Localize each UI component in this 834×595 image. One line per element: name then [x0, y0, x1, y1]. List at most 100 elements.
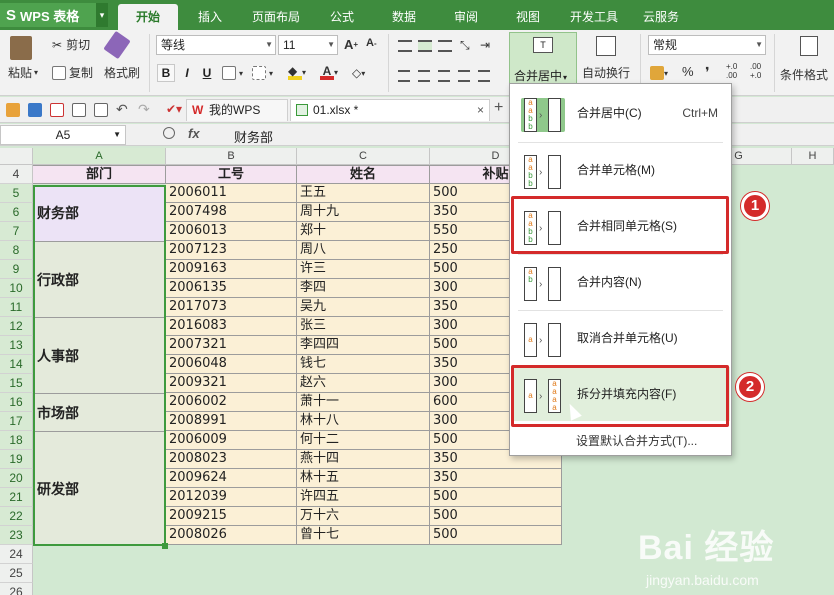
align-bottom-icon[interactable]	[438, 40, 452, 52]
row-header[interactable]: 23	[0, 526, 33, 545]
clear-format-icon[interactable]: ◇ ▾	[352, 66, 365, 80]
tab-view[interactable]: 视图	[508, 6, 548, 30]
decrease-decimal-button[interactable]: .00 +.0	[750, 62, 761, 80]
currency-button[interactable]: ▾	[650, 66, 668, 80]
name-cell[interactable]: 万十六	[297, 507, 430, 526]
row-header[interactable]: 22	[0, 507, 33, 526]
id-cell[interactable]: 2009321	[166, 374, 297, 393]
print-icon[interactable]	[72, 103, 86, 117]
id-cell[interactable]: 2008023	[166, 450, 297, 469]
font-grow-icon[interactable]: A +	[344, 37, 358, 52]
doc-tab-file[interactable]: 01.xlsx * ×	[290, 99, 490, 121]
paste-label[interactable]: 粘贴 ▾	[8, 64, 38, 81]
wrap-text-icon[interactable]	[596, 36, 616, 56]
name-cell[interactable]: 曾十七	[297, 526, 430, 545]
cut-button[interactable]: ✂ 剪切	[52, 36, 90, 53]
name-cell[interactable]: 赵六	[297, 374, 430, 393]
department-cell[interactable]: 人事部	[33, 318, 166, 394]
id-cell[interactable]: 2009624	[166, 469, 297, 488]
id-cell[interactable]: 2006135	[166, 279, 297, 298]
align-right-icon[interactable]	[438, 70, 450, 82]
row-header[interactable]: 9	[0, 260, 33, 279]
row-header[interactable]: 14	[0, 355, 33, 374]
indent-icon[interactable]: ⇥	[480, 38, 490, 52]
align-middle-icon[interactable]	[418, 40, 432, 52]
name-cell[interactable]: 萧十一	[297, 393, 430, 412]
row-header[interactable]: 12	[0, 317, 33, 336]
zoom-icon[interactable]	[163, 127, 175, 139]
conditional-format-button[interactable]: 条件格式	[780, 66, 828, 83]
name-cell[interactable]: 周八	[297, 241, 430, 260]
subsidy-cell[interactable]: 500	[430, 507, 562, 526]
row-header[interactable]: 7	[0, 222, 33, 241]
name-cell[interactable]: 王五	[297, 184, 430, 203]
tab-formulas[interactable]: 公式	[322, 6, 362, 30]
redo-icon[interactable]: ↷	[138, 101, 150, 118]
header-cell-department[interactable]: 部门	[33, 165, 166, 184]
menu-item-default-merge[interactable]: 设置默认合并方式(T)...	[576, 432, 697, 449]
column-header[interactable]: H	[792, 148, 834, 165]
row-header[interactable]: 19	[0, 450, 33, 469]
justify-icon[interactable]	[458, 70, 470, 82]
distributed-icon[interactable]	[478, 70, 490, 82]
copy-button[interactable]: 复制	[52, 64, 93, 81]
row-header[interactable]: 15	[0, 374, 33, 393]
align-top-icon[interactable]	[398, 40, 412, 52]
row-header[interactable]: 17	[0, 412, 33, 431]
orientation-icon[interactable]: ⤡	[460, 38, 470, 53]
name-cell[interactable]: 钱七	[297, 355, 430, 374]
tab-home[interactable]: 开始	[118, 4, 178, 30]
tab-cloud[interactable]: 云服务	[638, 6, 684, 30]
chevron-down-icon[interactable]: ▾	[96, 3, 108, 27]
tab-data[interactable]: 数据	[384, 6, 424, 30]
new-tab-icon[interactable]: +	[494, 99, 503, 117]
align-left-icon[interactable]	[398, 70, 410, 82]
italic-button[interactable]: I	[178, 64, 196, 82]
id-cell[interactable]: 2006002	[166, 393, 297, 412]
id-cell[interactable]: 2008991	[166, 412, 297, 431]
name-cell[interactable]: 林十八	[297, 412, 430, 431]
id-cell[interactable]: 2007123	[166, 241, 297, 260]
id-cell[interactable]: 2006011	[166, 184, 297, 203]
tab-insert[interactable]: 插入	[190, 6, 230, 30]
id-cell[interactable]: 2012039	[166, 488, 297, 507]
id-cell[interactable]: 2006009	[166, 431, 297, 450]
name-cell[interactable]: 郑十	[297, 222, 430, 241]
font-size-select[interactable]: 11 ▼	[278, 35, 338, 55]
percent-button[interactable]: %	[682, 64, 694, 79]
row-header[interactable]: 13	[0, 336, 33, 355]
department-cell[interactable]: 研发部	[33, 432, 166, 546]
id-cell[interactable]: 2009215	[166, 507, 297, 526]
row-header[interactable]: 8	[0, 241, 33, 260]
font-color-button[interactable]: A ▾	[320, 64, 338, 80]
name-cell[interactable]: 许四五	[297, 488, 430, 507]
subsidy-cell[interactable]: 500	[430, 488, 562, 507]
id-cell[interactable]: 2007498	[166, 203, 297, 222]
export-pdf-icon[interactable]	[50, 103, 64, 117]
name-box[interactable]: A5 ▼	[0, 125, 126, 145]
format-painter-icon[interactable]	[103, 30, 131, 60]
font-shrink-icon[interactable]: A-	[366, 37, 377, 49]
row-header[interactable]: 6	[0, 203, 33, 222]
header-cell-id[interactable]: 工号	[166, 165, 297, 184]
fill-handle[interactable]	[162, 543, 168, 549]
row-header[interactable]: 18	[0, 431, 33, 450]
column-header[interactable]: B	[166, 148, 297, 165]
conditional-format-icon[interactable]	[800, 36, 818, 56]
name-cell[interactable]: 李四四	[297, 336, 430, 355]
menu-item-unmerge[interactable]: a › 取消合并单元格(U)	[511, 311, 730, 365]
row-header[interactable]: 24	[0, 545, 33, 564]
id-cell[interactable]: 2009163	[166, 260, 297, 279]
paste-button[interactable]	[10, 36, 32, 60]
tab-review[interactable]: 审阅	[446, 6, 486, 30]
row-header[interactable]: 25	[0, 564, 33, 583]
row-header[interactable]: 21	[0, 488, 33, 507]
id-cell[interactable]: 2008026	[166, 526, 297, 545]
subsidy-cell[interactable]: 500	[430, 526, 562, 545]
increase-decimal-button[interactable]: +.0 .00	[726, 62, 737, 80]
header-cell-name[interactable]: 姓名	[297, 165, 430, 184]
fill-color-button[interactable]: ◆ ▾	[288, 64, 306, 80]
close-icon[interactable]: ×	[477, 100, 484, 120]
name-cell[interactable]: 林十五	[297, 469, 430, 488]
font-name-select[interactable]: 等线 ▼	[156, 35, 276, 55]
